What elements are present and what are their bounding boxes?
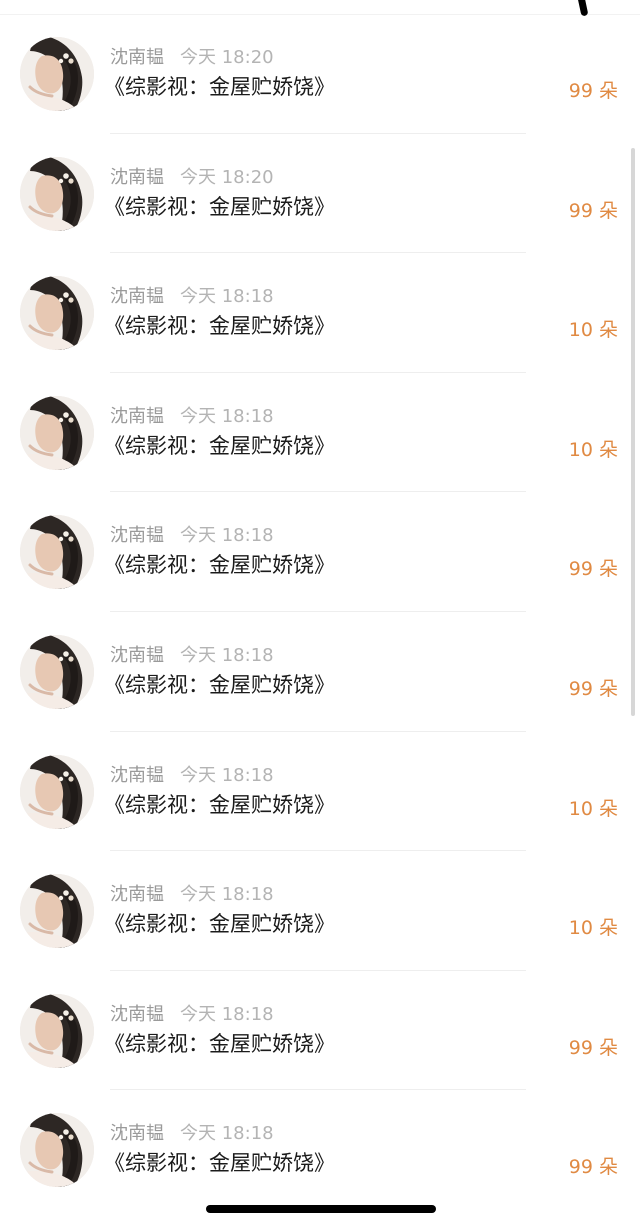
home-indicator[interactable] (206, 1205, 436, 1213)
sender-name[interactable]: 沈南韫 (110, 765, 164, 786)
avatar[interactable] (20, 993, 94, 1068)
list-item[interactable]: 沈南韫 今天 18:20 《综影视：金屋贮娇饶》 99 朵 (0, 14, 640, 134)
gift-count: 10 朵 (568, 917, 618, 940)
list-item[interactable]: 沈南韫 今天 18:18 《综影视：金屋贮娇饶》 99 朵 (0, 971, 640, 1091)
item-meta: 沈南韫 今天 18:20 (110, 166, 274, 190)
timestamp: 今天 18:18 (180, 405, 274, 427)
gift-count: 99 朵 (568, 199, 618, 222)
sender-name[interactable]: 沈南韫 (110, 167, 164, 188)
avatar[interactable] (20, 754, 94, 829)
avatar-photo-icon (20, 634, 94, 709)
sender-name[interactable]: 沈南韫 (110, 645, 164, 666)
timestamp: 今天 18:18 (180, 286, 274, 308)
list-item[interactable]: 沈南韫 今天 18:18 《综影视：金屋贮娇饶》 99 朵 (0, 492, 640, 612)
timestamp: 今天 18:18 (180, 644, 274, 666)
book-title[interactable]: 《综影视：金屋贮娇饶》 (104, 910, 335, 938)
item-meta: 沈南韫 今天 18:18 (110, 405, 274, 429)
sender-name[interactable]: 沈南韫 (110, 47, 164, 68)
avatar-photo-icon (20, 1113, 94, 1188)
timestamp: 今天 18:20 (180, 166, 274, 188)
avatar-photo-icon (20, 754, 94, 829)
book-title[interactable]: 《综影视：金屋贮娇饶》 (104, 73, 335, 101)
item-meta: 沈南韫 今天 18:18 (110, 1003, 274, 1027)
avatar[interactable] (20, 1113, 94, 1188)
avatar-photo-icon (20, 276, 94, 351)
gift-count: 99 朵 (568, 1156, 618, 1179)
timestamp: 今天 18:18 (180, 1123, 274, 1145)
book-title[interactable]: 《综影视：金屋贮娇饶》 (104, 551, 335, 579)
avatar-photo-icon (20, 993, 94, 1068)
item-meta: 沈南韫 今天 18:18 (110, 883, 274, 907)
list-item[interactable]: 沈南韫 今天 18:18 《综影视：金屋贮娇饶》 10 朵 (0, 732, 640, 852)
sender-name[interactable]: 沈南韫 (110, 1123, 164, 1144)
sender-name[interactable]: 沈南韫 (110, 1004, 164, 1025)
book-title[interactable]: 《综影视：金屋贮娇饶》 (104, 671, 335, 699)
avatar[interactable] (20, 395, 94, 470)
list-item[interactable]: 沈南韫 今天 18:18 《综影视：金屋贮娇饶》 99 朵 (0, 1090, 640, 1210)
item-meta: 沈南韫 今天 18:18 (110, 285, 274, 309)
book-title[interactable]: 《综影视：金屋贮娇饶》 (104, 1149, 335, 1177)
avatar-photo-icon (20, 37, 94, 111)
list-item[interactable]: 沈南韫 今天 18:18 《综影视：金屋贮娇饶》 10 朵 (0, 253, 640, 373)
gift-count: 99 朵 (568, 677, 618, 700)
sender-name[interactable]: 沈南韫 (110, 406, 164, 427)
item-meta: 沈南韫 今天 18:20 (110, 46, 274, 70)
timestamp: 今天 18:18 (180, 525, 274, 547)
gift-count: 99 朵 (568, 80, 618, 102)
book-title[interactable]: 《综影视：金屋贮娇饶》 (104, 193, 335, 221)
sender-name[interactable]: 沈南韫 (110, 525, 164, 546)
book-title[interactable]: 《综影视：金屋贮娇饶》 (104, 312, 335, 340)
sender-name[interactable]: 沈南韫 (110, 884, 164, 905)
item-meta: 沈南韫 今天 18:18 (110, 764, 274, 788)
avatar-photo-icon (20, 874, 94, 949)
timestamp: 今天 18:18 (180, 1003, 274, 1025)
item-meta: 沈南韫 今天 18:18 (110, 644, 274, 668)
gift-record-list[interactable]: 沈南韫 今天 18:20 《综影视：金屋贮娇饶》 99 朵 沈南韫 今天 18:20… (0, 14, 640, 1210)
list-item[interactable]: 沈南韫 今天 18:18 《综影视：金屋贮娇饶》 10 朵 (0, 373, 640, 493)
gift-count: 10 朵 (568, 797, 618, 820)
book-title[interactable]: 《综影视：金屋贮娇饶》 (104, 432, 335, 460)
gift-count: 99 朵 (568, 558, 618, 581)
sender-name[interactable]: 沈南韫 (110, 286, 164, 307)
book-title[interactable]: 《综影视：金屋贮娇饶》 (104, 1030, 335, 1058)
avatar-photo-icon (20, 515, 94, 590)
avatar[interactable] (20, 37, 94, 111)
list-item[interactable]: 沈南韫 今天 18:20 《综影视：金屋贮娇饶》 99 朵 (0, 134, 640, 254)
timestamp: 今天 18:18 (180, 764, 274, 786)
list-item[interactable]: 沈南韫 今天 18:18 《综影视：金屋贮娇饶》 10 朵 (0, 851, 640, 971)
timestamp: 今天 18:20 (180, 47, 274, 68)
gift-count: 99 朵 (568, 1036, 618, 1059)
avatar-photo-icon (20, 395, 94, 470)
gift-count: 10 朵 (568, 319, 618, 342)
item-meta: 沈南韫 今天 18:18 (110, 1122, 274, 1146)
avatar[interactable] (20, 634, 94, 709)
avatar[interactable] (20, 515, 94, 590)
avatar[interactable] (20, 276, 94, 351)
vertical-scrollbar[interactable] (631, 148, 635, 716)
item-meta: 沈南韫 今天 18:18 (110, 524, 274, 548)
book-title[interactable]: 《综影视：金屋贮娇饶》 (104, 791, 335, 819)
avatar[interactable] (20, 156, 94, 231)
timestamp: 今天 18:18 (180, 884, 274, 906)
gift-count: 10 朵 (568, 438, 618, 461)
list-item[interactable]: 沈南韫 今天 18:18 《综影视：金屋贮娇饶》 99 朵 (0, 612, 640, 732)
avatar[interactable] (20, 874, 94, 949)
avatar-photo-icon (20, 156, 94, 231)
